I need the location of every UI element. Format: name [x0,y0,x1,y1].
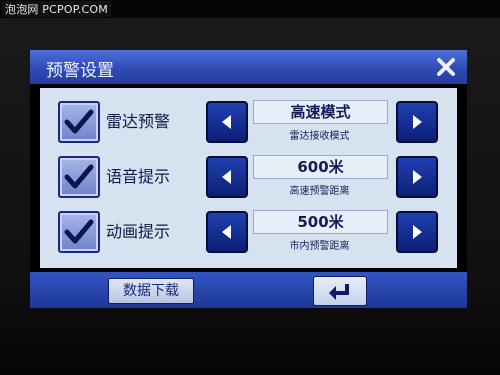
arrow-left-icon [222,225,231,239]
city-distance-prev-button[interactable] [206,211,248,253]
setting-row-radar: 雷达预警 高速模式 雷达接收模式 [40,96,457,146]
radar-mode-prev-button[interactable] [206,101,248,143]
checkmark-icon [64,219,94,244]
device-bezel [0,300,500,375]
confirm-button[interactable] [313,276,367,306]
setting-row-animation: 动画提示 500米 市内预警距离 [40,206,457,256]
data-download-button[interactable]: 数据下载 [108,278,194,304]
highway-distance-sublabel: 高速预警距离 [289,186,350,197]
radar-warning-label: 雷达预警 [106,112,171,131]
arrow-left-icon [222,115,231,129]
radar-mode-next-button[interactable] [396,101,438,143]
checkmark-icon [64,109,94,134]
voice-prompt-label: 语音提示 [106,167,171,186]
city-distance-value: 500米 [253,210,388,234]
arrow-right-icon [413,170,422,184]
arrow-right-icon [413,225,422,239]
setting-row-voice: 语音提示 600米 高速预警距离 [40,151,457,201]
title-bar: 预警设置 [30,50,467,84]
radar-warning-checkbox[interactable] [58,101,100,143]
watermark: 泡泡网 PCPOP.COM [2,1,111,17]
city-distance-sublabel: 市内预警距离 [289,241,350,252]
animation-prompt-label: 动画提示 [106,222,171,241]
bottom-bar: 数据下载 [30,272,467,308]
city-distance-next-button[interactable] [396,211,438,253]
arrow-left-icon [222,170,231,184]
voice-prompt-checkbox[interactable] [58,156,100,198]
highway-distance-next-button[interactable] [396,156,438,198]
checkmark-icon [64,164,94,189]
device-screen: 预警设置 雷达预警 高速模式 雷达接收模式 语音提示 600米 高速预警距离 动… [30,50,467,308]
animation-prompt-checkbox[interactable] [58,211,100,253]
arrow-right-icon [413,115,422,129]
radar-mode-value: 高速模式 [253,100,388,124]
close-button[interactable] [433,54,459,80]
highway-distance-prev-button[interactable] [206,156,248,198]
close-icon [437,58,455,76]
enter-return-icon [329,284,349,300]
radar-mode-sublabel: 雷达接收模式 [289,131,350,142]
highway-distance-value: 600米 [253,155,388,179]
settings-panel: 雷达预警 高速模式 雷达接收模式 语音提示 600米 高速预警距离 动画提示 5… [40,88,457,268]
window-title: 预警设置 [46,61,114,81]
